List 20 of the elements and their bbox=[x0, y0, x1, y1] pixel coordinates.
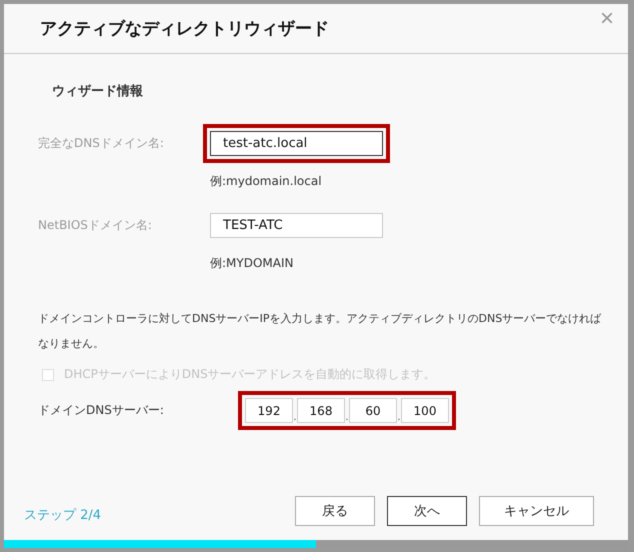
description-text: ドメインコントローラに対してDNSサーバーIPを入力します。アクティブディレクトリのDNSサーバーでなければなりません。 bbox=[38, 311, 602, 352]
octet-separator: . bbox=[293, 412, 297, 423]
example-hint: 例:MYDOMAIN bbox=[210, 255, 294, 272]
ip-octet-field[interactable]: 60 bbox=[349, 398, 397, 423]
ip-octet-field[interactable]: 168 bbox=[297, 398, 345, 423]
checkbox-label: DHCPサーバーによりDNSサーバーアドレスを自動的に取得します。 bbox=[64, 366, 436, 383]
wizard-button[interactable]: 次へ bbox=[387, 496, 467, 526]
section-title: ウィザード情報 bbox=[52, 83, 144, 100]
ip-octet-field[interactable]: 192 bbox=[245, 398, 293, 423]
example-hint: 例:mydomain.local bbox=[210, 173, 323, 190]
step-indicator: ステップ 2/4 bbox=[24, 507, 102, 524]
dialog-title: アクティブなディレクトリウィザード bbox=[40, 18, 329, 40]
octet-separator: . bbox=[397, 412, 401, 423]
field-label: 完全なDNSドメイン名: bbox=[38, 135, 165, 152]
field-label: ドメインDNSサーバー: bbox=[38, 402, 165, 419]
wizard-button[interactable]: 戻る bbox=[295, 496, 375, 526]
octet-separator: . bbox=[345, 412, 349, 423]
wizard-button[interactable]: キャンセル bbox=[479, 496, 594, 526]
ip-octet-field[interactable]: 100 bbox=[401, 398, 449, 423]
field-label: NetBIOSドメイン名: bbox=[38, 217, 153, 234]
